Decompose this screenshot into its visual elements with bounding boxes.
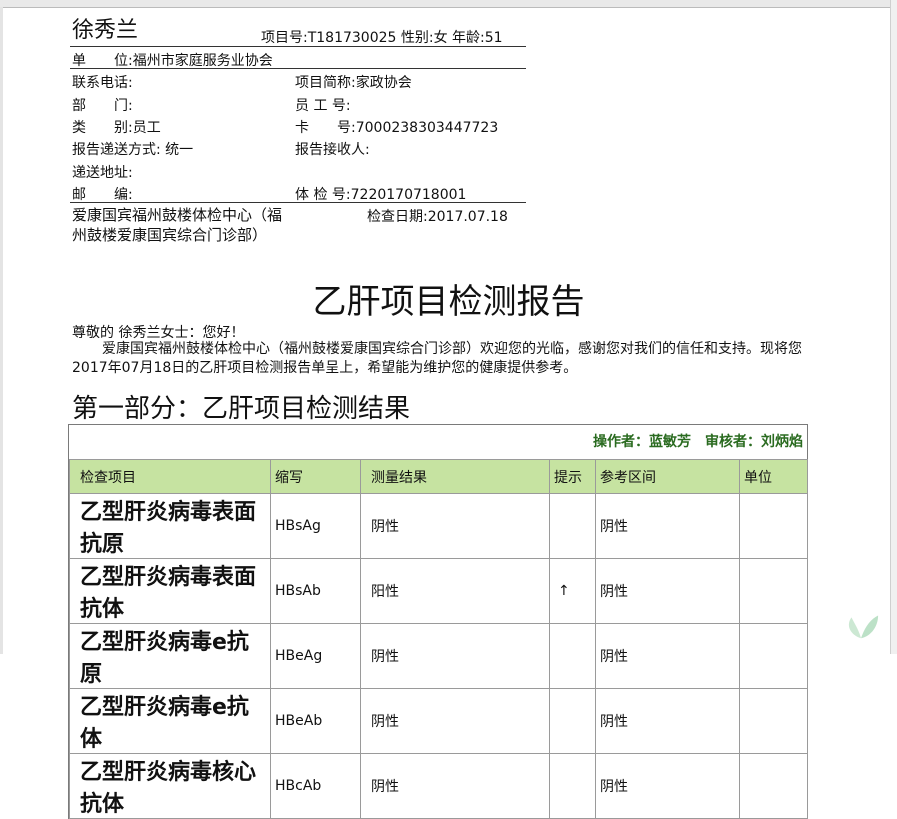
cell-item: 乙型肝炎病毒e抗原 bbox=[69, 623, 271, 689]
exam-date: 检查日期:2017.07.18 bbox=[367, 209, 508, 225]
cell-unit bbox=[739, 493, 808, 559]
cell-item: 乙型肝炎病毒表面抗原 bbox=[69, 493, 271, 559]
info-divider bbox=[70, 202, 526, 203]
table-row: 乙型肝炎病毒表面抗原 HBsAg 阴性 阴性 bbox=[69, 493, 808, 559]
col-header-item: 检查项目 bbox=[69, 459, 271, 494]
col-header-hint: 提示 bbox=[549, 459, 596, 494]
project-short-label: 项目简称: bbox=[295, 75, 356, 91]
cell-reference: 阴性 bbox=[595, 753, 740, 819]
col-header-abbr: 缩写 bbox=[270, 459, 361, 494]
cell-unit bbox=[739, 558, 808, 624]
table-row: 乙型肝炎病毒核心抗体 HBcAb 阴性 阴性 bbox=[69, 753, 808, 819]
cell-hint bbox=[549, 493, 596, 559]
hospital-name: 爱康国宾福州鼓楼体检中心（福州鼓楼爱康国宾综合门诊部） bbox=[72, 206, 283, 244]
cell-abbr: HBeAb bbox=[270, 688, 361, 754]
emp-no-label: 员 工 号: bbox=[295, 98, 351, 114]
cell-result: 阴性 bbox=[360, 688, 550, 754]
cell-result: 阴性 bbox=[360, 493, 550, 559]
delivery-method-row: 报告递送方式: 统一 bbox=[72, 139, 193, 159]
delivery-method-label: 报告递送方式: bbox=[72, 142, 161, 158]
greeting: 尊敬的 徐秀兰女士：您好！ bbox=[72, 325, 245, 341]
exam-no-value: 7220170718001 bbox=[350, 187, 467, 203]
card-row: 卡 号:7000238303447723 bbox=[295, 117, 498, 137]
category-label: 类 别: bbox=[72, 120, 133, 136]
col-header-result: 测量结果 bbox=[360, 459, 550, 494]
intro-paragraph: 爱康国宾福州鼓楼体检中心（福州鼓楼爱康国宾综合门诊部）欢迎您的光临，感谢您对我们… bbox=[72, 341, 802, 376]
unit-divider bbox=[70, 68, 526, 69]
unit-label: 单 位: bbox=[72, 53, 133, 69]
receiver-label: 报告接收人: bbox=[295, 142, 370, 158]
cell-item: 乙型肝炎病毒e抗体 bbox=[69, 688, 271, 754]
cell-abbr: HBsAg bbox=[270, 493, 361, 559]
exam-no-label: 体 检 号: bbox=[295, 187, 351, 203]
cell-unit bbox=[739, 623, 808, 689]
address-label: 递送地址: bbox=[72, 165, 133, 181]
delivery-method-value: 统一 bbox=[165, 142, 194, 158]
viewer-left-edge bbox=[0, 7, 3, 654]
cell-item: 乙型肝炎病毒核心抗体 bbox=[69, 753, 271, 819]
card-label: 卡 号: bbox=[295, 120, 356, 136]
project-short-value: 家政协会 bbox=[355, 75, 412, 91]
cell-unit bbox=[739, 688, 808, 754]
card-value: 7000238303447723 bbox=[355, 120, 499, 136]
phone-label: 联系电话: bbox=[72, 75, 133, 91]
category-row: 类 别:员工 bbox=[72, 117, 161, 137]
patient-name: 徐秀兰 bbox=[72, 18, 139, 43]
cell-abbr: HBeAg bbox=[270, 623, 361, 689]
cell-hint bbox=[549, 753, 596, 819]
col-header-unit: 单位 bbox=[739, 459, 808, 494]
col-header-reference: 参考区间 bbox=[595, 459, 740, 494]
leaf-watermark-icon bbox=[848, 615, 879, 639]
header-divider bbox=[70, 46, 526, 47]
cell-reference: 阴性 bbox=[595, 558, 740, 624]
cell-unit bbox=[739, 753, 808, 819]
cell-result: 阴性 bbox=[360, 753, 550, 819]
report-title: 乙肝项目检测报告 bbox=[312, 282, 585, 322]
cell-result: 阴性 bbox=[360, 623, 550, 689]
cell-item: 乙型肝炎病毒表面抗体 bbox=[69, 558, 271, 624]
cell-abbr: HBcAb bbox=[270, 753, 361, 819]
table-row: 乙型肝炎病毒表面抗体 HBsAb 阳性 ↑ 阴性 bbox=[69, 558, 808, 624]
vertical-scrollbar[interactable] bbox=[890, 0, 897, 654]
table-row: 乙型肝炎病毒e抗体 HBeAb 阴性 阴性 bbox=[69, 688, 808, 754]
dept-label: 部 门: bbox=[72, 98, 133, 114]
table-row: 乙型肝炎病毒e抗原 HBeAg 阴性 阴性 bbox=[69, 623, 808, 689]
cell-hint bbox=[549, 623, 596, 689]
project-short-row: 项目简称:家政协会 bbox=[295, 72, 412, 92]
cell-hint: ↑ bbox=[549, 558, 596, 624]
unit-row: 单 位:福州市家庭服务业协会 bbox=[72, 50, 273, 70]
table-header-row: 检查项目 缩写 测量结果 提示 参考区间 单位 bbox=[69, 459, 808, 494]
unit-value: 福州市家庭服务业协会 bbox=[132, 53, 273, 69]
postcode-label: 邮 编: bbox=[72, 187, 133, 203]
results-table: 操作者：蓝敏芳 审核者：刘炳焰 检查项目 缩写 测量结果 提示 参考区间 单位 … bbox=[68, 424, 808, 819]
operators-line: 操作者：蓝敏芳 审核者：刘炳焰 bbox=[593, 434, 803, 450]
cell-reference: 阴性 bbox=[595, 688, 740, 754]
section-title: 第一部分：乙肝项目检测结果 bbox=[72, 394, 411, 424]
exam-no-row: 体 检 号:7220170718001 bbox=[295, 184, 466, 204]
viewer-toolbar-edge bbox=[0, 0, 897, 8]
cell-reference: 阴性 bbox=[595, 493, 740, 559]
cell-hint bbox=[549, 688, 596, 754]
cell-result: 阳性 bbox=[360, 558, 550, 624]
cell-reference: 阴性 bbox=[595, 623, 740, 689]
category-value: 员工 bbox=[132, 120, 161, 136]
patient-id-line: 项目号:T181730025 性别:女 年龄:51 bbox=[261, 30, 503, 46]
cell-abbr: HBsAb bbox=[270, 558, 361, 624]
